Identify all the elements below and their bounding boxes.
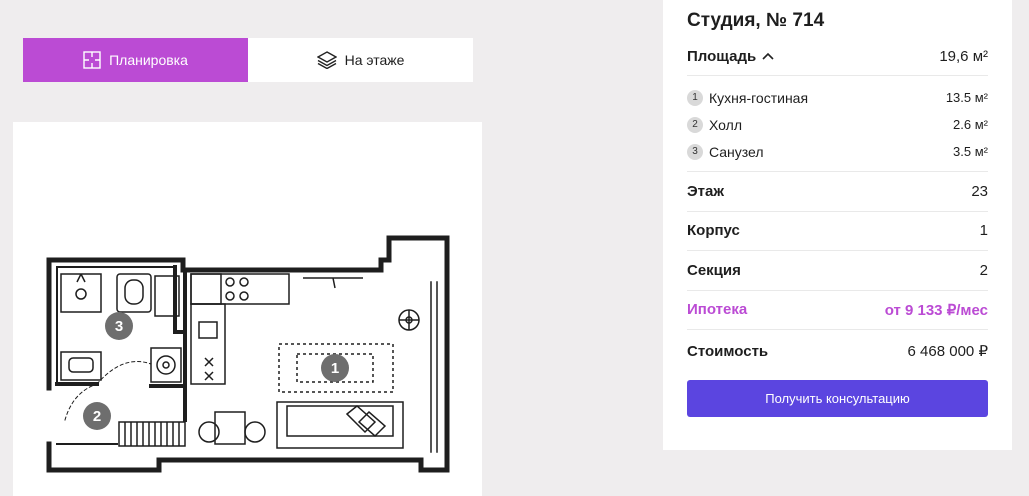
get-consultation-button[interactable]: Получить консультацию bbox=[687, 380, 988, 417]
room-area: 13.5 м² bbox=[945, 90, 988, 105]
room-area: 3.5 м² bbox=[953, 144, 988, 159]
room-number-badge: 2 bbox=[687, 116, 703, 133]
rooms-list: 1 Кухня-гостиная 13.5 м² 2 Холл 2.6 м² 3… bbox=[687, 76, 988, 172]
room-name: Кухня-гостиная bbox=[709, 89, 809, 106]
mortgage-label: Ипотека bbox=[687, 301, 748, 319]
area-value: 19,6 м² bbox=[939, 47, 988, 65]
mortgage-row: Ипотека от 9 133 ₽/мес bbox=[687, 291, 988, 330]
floor-label: Этаж bbox=[687, 182, 724, 200]
floorplan-icon bbox=[83, 51, 101, 69]
room-number-badge: 3 bbox=[687, 143, 703, 160]
list-item: 1 Кухня-гостиная 13.5 м² bbox=[687, 84, 988, 111]
list-item: 3 Санузел 3.5 м² bbox=[687, 138, 988, 165]
list-item: 2 Холл 2.6 м² bbox=[687, 111, 988, 138]
layers-icon bbox=[316, 51, 337, 69]
apartment-card: Студия, № 714 Площадь 19,6 м² 1 Кухня-го… bbox=[663, 0, 1012, 450]
room-name: Санузел bbox=[709, 143, 764, 160]
chevron-up-icon[interactable] bbox=[762, 52, 774, 60]
plan-room-3-number: 3 bbox=[115, 318, 123, 335]
area-row[interactable]: Площадь 19,6 м² bbox=[687, 37, 988, 76]
floor-row: Этаж 23 bbox=[687, 172, 988, 212]
section-label: Секция bbox=[687, 261, 741, 279]
price-label: Стоимость bbox=[687, 342, 769, 360]
plan-room-2-number: 2 bbox=[93, 408, 101, 425]
room-area: 2.6 м² bbox=[953, 117, 988, 132]
mortgage-value: от 9 133 ₽/мес bbox=[884, 301, 988, 319]
price-value: 6 468 000 ₽ bbox=[907, 343, 988, 360]
room-number-badge: 1 bbox=[687, 89, 703, 106]
apartment-title: Студия, № 714 bbox=[687, 10, 825, 31]
tab-on-floor[interactable]: На этаже bbox=[248, 38, 473, 82]
section-row: Секция 2 bbox=[687, 251, 988, 291]
floor-plan: 3 2 1 bbox=[13, 122, 482, 496]
plan-room-1-number: 1 bbox=[331, 360, 339, 377]
area-label: Площадь bbox=[687, 47, 757, 65]
building-value: 1 bbox=[979, 222, 988, 240]
floor-value: 23 bbox=[971, 182, 988, 200]
floor-plan-drawing: 3 2 1 bbox=[46, 235, 450, 473]
tab-floorplan[interactable]: Планировка bbox=[23, 38, 248, 82]
tab-floorplan-label: Планировка bbox=[109, 52, 188, 68]
room-name: Холл bbox=[709, 116, 742, 133]
tab-on-floor-label: На этаже bbox=[344, 52, 405, 68]
price-row: Стоимость 6 468 000 ₽ bbox=[687, 330, 988, 372]
building-label: Корпус bbox=[687, 222, 740, 240]
section-value: 2 bbox=[979, 261, 988, 279]
building-row: Корпус 1 bbox=[687, 212, 988, 251]
plan-view-tabs: Планировка На этаже bbox=[23, 38, 473, 82]
